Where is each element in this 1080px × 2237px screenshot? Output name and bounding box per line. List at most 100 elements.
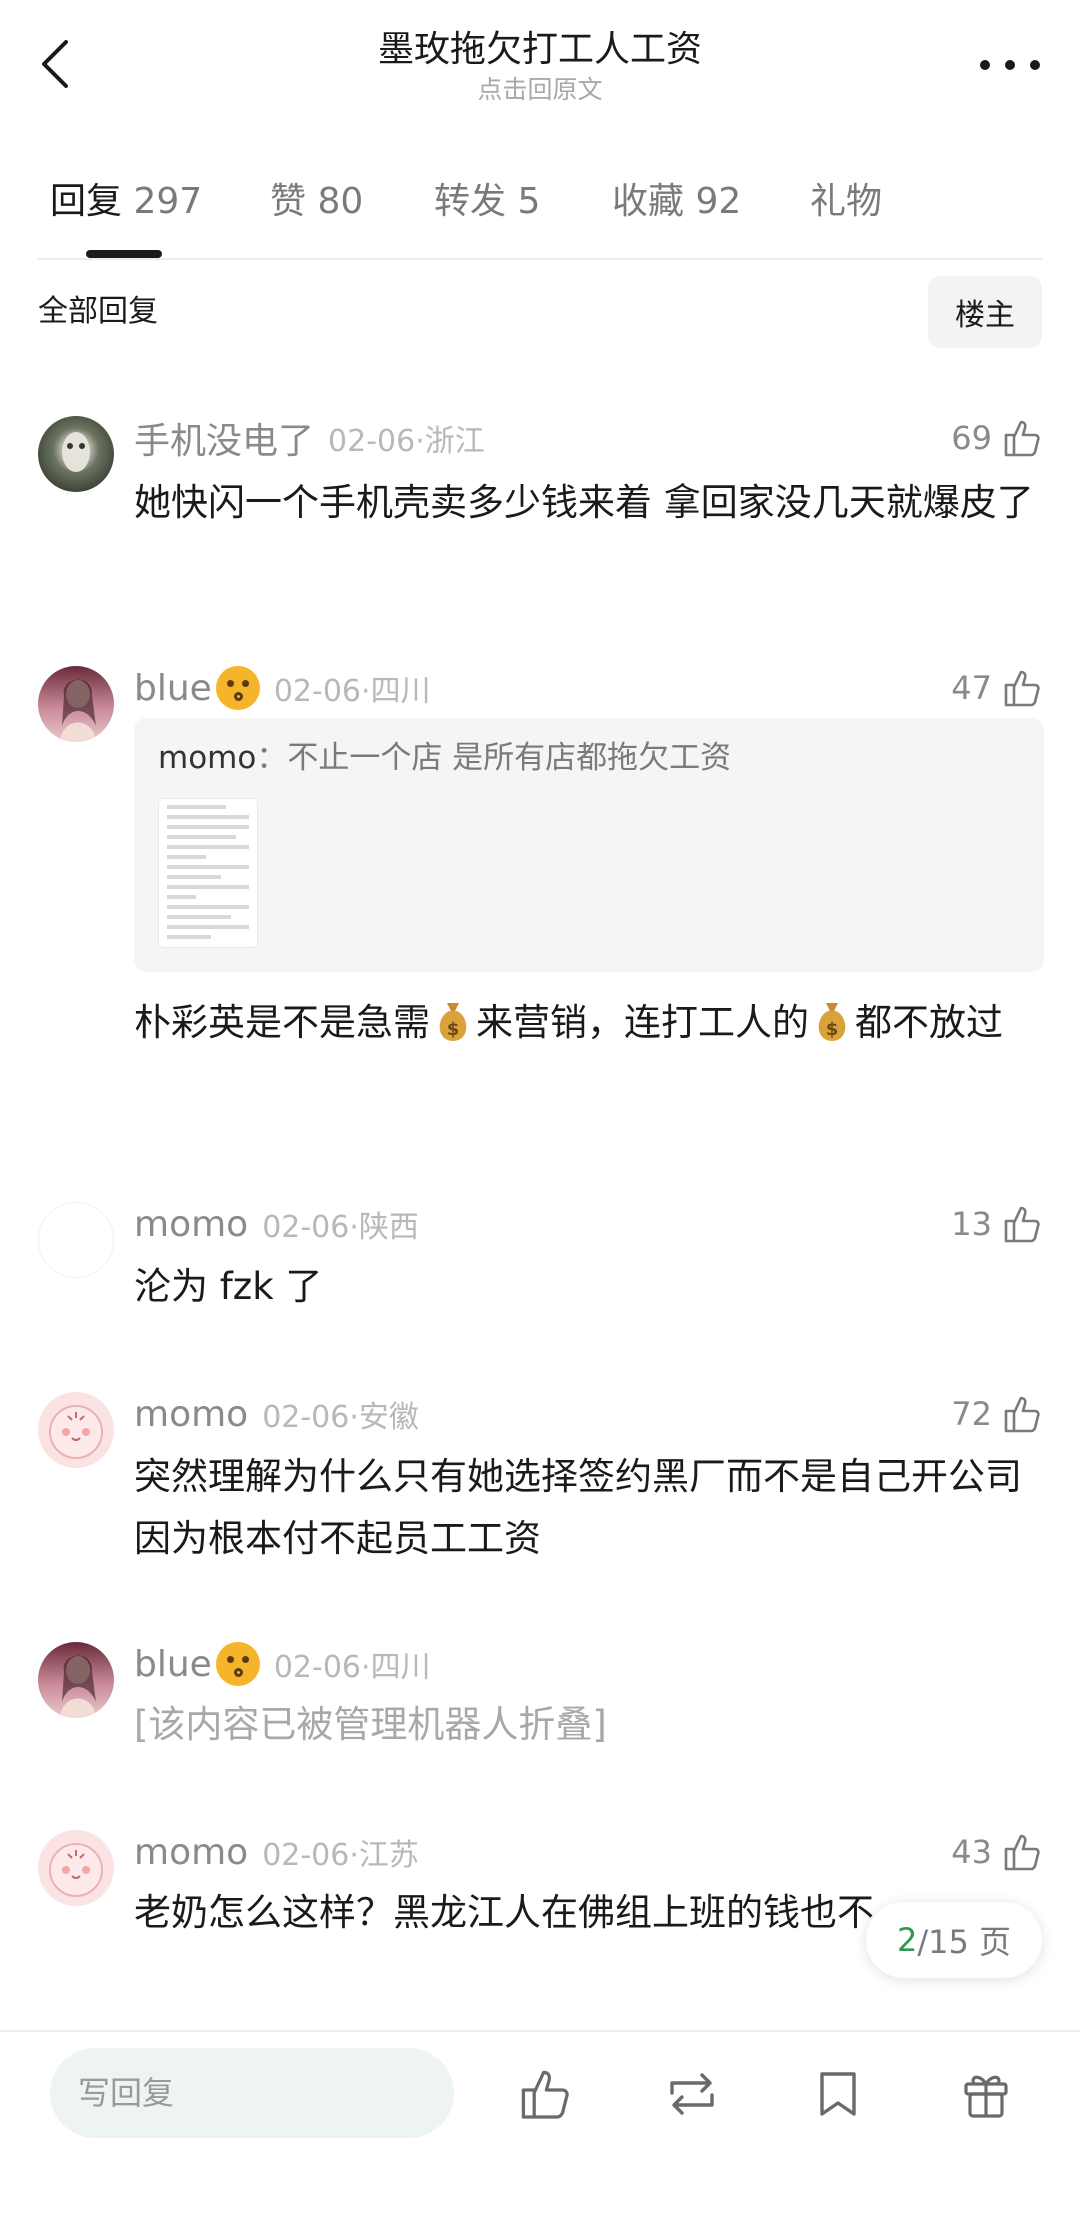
like-post-button[interactable]	[513, 2062, 577, 2126]
avatar[interactable]	[38, 1830, 114, 1906]
like-button[interactable]: 69	[951, 410, 1042, 466]
tab-favorites[interactable]: 收藏 92	[612, 170, 741, 234]
username[interactable]: blue	[134, 668, 212, 709]
location: 四川	[370, 674, 431, 709]
quoted-image-thumbnail[interactable]	[158, 798, 258, 948]
like-button[interactable]: 72	[951, 1386, 1042, 1442]
money-bag-icon: $	[818, 1003, 846, 1041]
more-dot	[1030, 60, 1040, 70]
all-replies-filter[interactable]: 全部回复	[38, 290, 158, 334]
total-pages: /15 页	[917, 1923, 1012, 1961]
svg-text:$: $	[826, 1019, 839, 1040]
active-tab-indicator	[86, 250, 162, 258]
folded-comment-text[interactable]: [该内容已被管理机器人折叠]	[134, 1694, 1044, 1756]
quoted-reply[interactable]: momo：不止一个店 是所有店都拖欠工资	[134, 718, 1044, 972]
avatar-image	[49, 1405, 103, 1459]
quoted-body: 不止一个店 是所有店都拖欠工资	[287, 740, 732, 776]
back-to-original-link[interactable]: 点击回原文	[240, 74, 840, 106]
tab-label: 赞	[270, 181, 307, 222]
comment-text: 沦为 fzk 了	[134, 1265, 323, 1308]
username[interactable]: blue	[134, 1644, 212, 1685]
tab-label: 收藏	[612, 181, 685, 222]
location: 江苏	[358, 1838, 419, 1873]
kissing-face-icon	[215, 1642, 260, 1686]
gift-icon	[964, 2075, 1008, 2118]
back-button[interactable]	[30, 34, 80, 94]
top-bar: 墨玫拖欠打工人工资 点击回原文	[0, 0, 1080, 120]
quoted-text: momo：不止一个店 是所有店都拖欠工资	[158, 736, 731, 780]
like-button[interactable]: 43	[951, 1824, 1042, 1880]
comment-text-part: 来营销，连打工人的	[476, 1001, 809, 1044]
tab-count: 5	[517, 181, 541, 222]
bookmark-icon	[820, 2072, 856, 2116]
tab-label: 转发	[434, 181, 507, 222]
tab-likes[interactable]: 赞 80	[270, 170, 363, 234]
username[interactable]: momo	[134, 1204, 248, 1245]
location: 四川	[370, 1650, 431, 1685]
date-location: 02-06·四川	[273, 1650, 431, 1685]
like-count: 72	[951, 1395, 992, 1433]
date: 02-06	[328, 424, 416, 459]
thumbs-up-icon	[521, 2070, 569, 2119]
tab-count: 80	[317, 181, 364, 222]
quoted-separator: ：	[256, 740, 288, 776]
thumbs-up-icon	[1004, 420, 1040, 457]
svg-text:$: $	[447, 1019, 460, 1040]
tab-gifts[interactable]: 礼物	[810, 170, 882, 234]
tab-replies[interactable]: 回复 297	[50, 170, 202, 234]
comment-text: 老奶怎么这样？黑龙江人在佛组上班的钱也不	[134, 1891, 874, 1934]
location: 浙江	[424, 424, 485, 459]
gift-button[interactable]	[954, 2062, 1018, 2126]
like-button[interactable]: 13	[951, 1196, 1042, 1252]
tab-count: 92	[695, 181, 742, 222]
owner-only-button[interactable]: 楼主	[928, 276, 1042, 348]
comment-text-part: 都不放过	[855, 1001, 1003, 1044]
username[interactable]: momo	[134, 1394, 248, 1435]
date: 02-06	[273, 1650, 362, 1685]
more-button[interactable]	[980, 50, 1040, 80]
like-button[interactable]: 47	[951, 660, 1042, 716]
title-area[interactable]: 墨玫拖欠打工人工资 点击回原文	[240, 26, 840, 106]
tab-label: 礼物	[810, 181, 883, 222]
username[interactable]: momo	[134, 1832, 248, 1873]
comment-text-part: 朴彩英是不是急需	[134, 1001, 430, 1044]
page-indicator[interactable]: 2/15 页	[866, 1902, 1042, 1978]
avatar[interactable]	[38, 416, 114, 492]
comment-meta: momo 02-06·江苏	[134, 1824, 419, 1880]
back-arrow-icon	[42, 40, 68, 88]
username[interactable]: 手机没电了	[134, 412, 314, 464]
thumbs-up-icon	[1004, 670, 1040, 707]
comment-text: 朴彩英是不是急需 $ 来营销，连打工人的 $ 都不放过	[134, 992, 1044, 1054]
date-location: 02-06·浙江	[328, 424, 485, 459]
quoted-username: momo	[158, 740, 257, 776]
tab-bar: 回复 297 赞 80 转发 5 收藏 92 礼物	[38, 170, 1042, 260]
comment-meta: blue 02-06·四川	[134, 1636, 431, 1692]
date-location: 02-06·四川	[273, 674, 431, 709]
comment-text: 突然理解为什么只有她选择签约黑厂而不是自己开公司 因为根本付不起员工工资	[134, 1455, 1022, 1560]
avatar[interactable]	[38, 1392, 114, 1468]
date: 02-06	[262, 1400, 350, 1435]
avatar[interactable]	[38, 666, 114, 742]
tab-count: 297	[133, 181, 203, 222]
comment-text: 她快闪一个手机壳卖多少钱来着 拿回家没几天就爆皮了	[134, 481, 1034, 524]
page-title: 墨玫拖欠打工人工资	[377, 29, 702, 70]
date: 02-06	[262, 1210, 350, 1245]
avatar[interactable]	[38, 1202, 114, 1278]
repost-icon	[670, 2073, 714, 2115]
date-location: 02-06·安徽	[262, 1400, 419, 1435]
repost-button[interactable]	[660, 2062, 724, 2126]
reply-input[interactable]	[50, 2048, 454, 2138]
like-count: 47	[951, 669, 992, 707]
like-count: 13	[951, 1205, 992, 1243]
comment-meta: momo 02-06·安徽	[134, 1386, 419, 1442]
more-dots-icon	[980, 60, 990, 70]
tab-label: 回复	[50, 181, 123, 222]
thumbs-up-icon	[1004, 1834, 1040, 1871]
avatar[interactable]	[38, 1642, 114, 1718]
comment-meta: momo 02-06·陕西	[134, 1196, 419, 1252]
bottom-action-bar	[0, 2030, 1080, 2237]
tab-reposts[interactable]: 转发 5	[434, 170, 540, 234]
more-dot	[1005, 60, 1015, 70]
date: 02-06	[262, 1838, 350, 1873]
bookmark-button[interactable]	[806, 2062, 870, 2126]
